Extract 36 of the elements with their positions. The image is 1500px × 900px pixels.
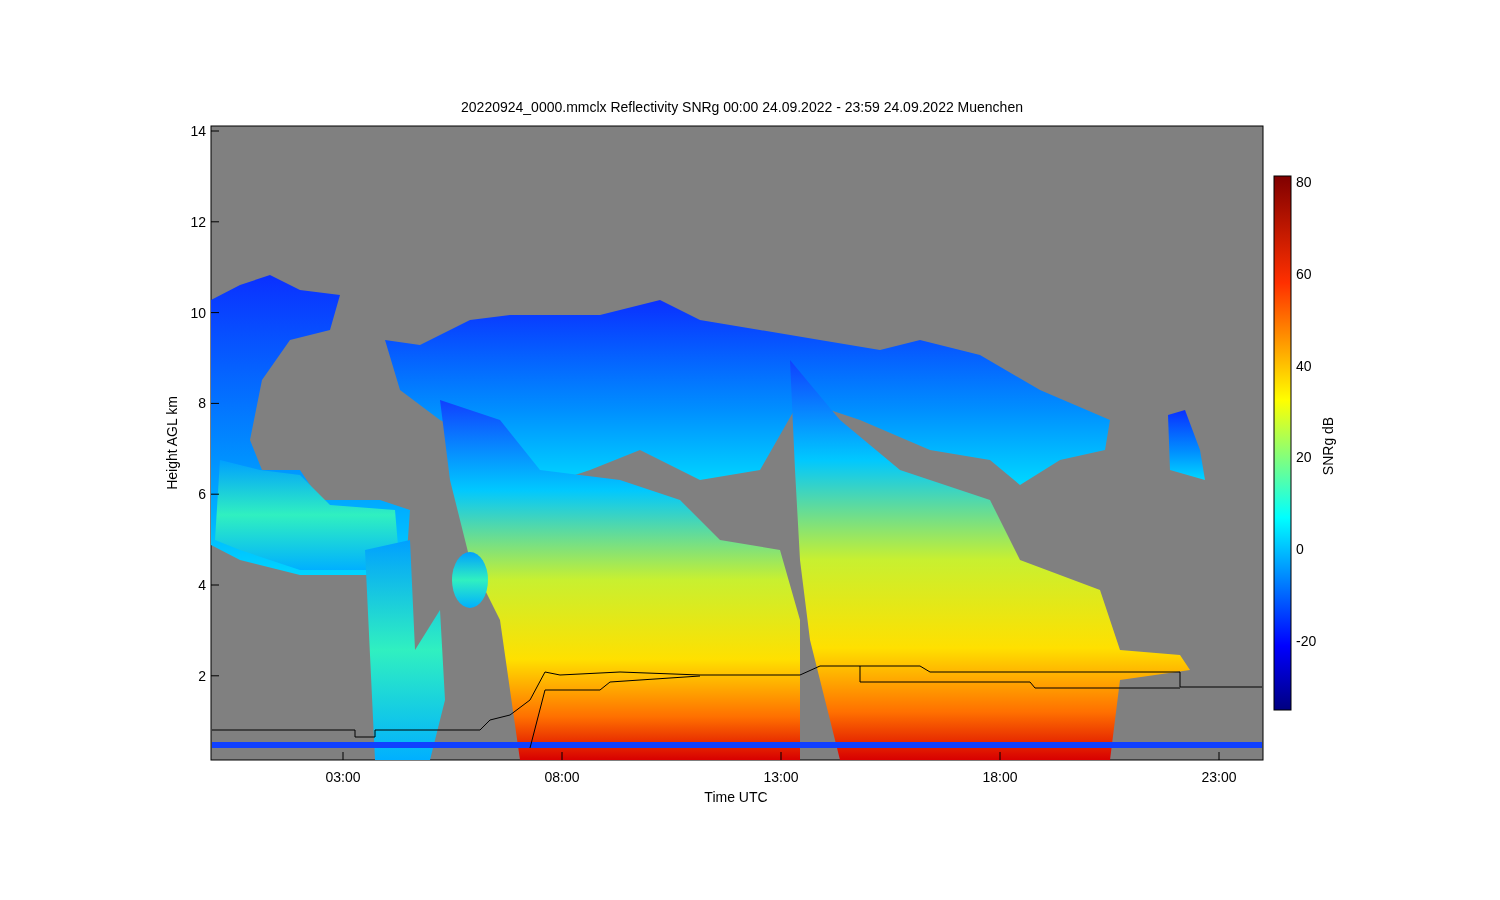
axis-label: Time UTC (704, 789, 768, 805)
tick-label: 8 (198, 395, 206, 412)
tick-label: 10 (190, 304, 206, 321)
tick-label: -20 (1296, 633, 1317, 649)
tick-label: 12 (190, 213, 206, 230)
tick-label: 40 (1296, 357, 1312, 374)
tick-mark (210, 221, 220, 223)
tick-mark (999, 751, 1001, 761)
tick-mark (210, 584, 220, 586)
tick-mark (210, 402, 220, 404)
tick-mark (210, 675, 220, 677)
cloud-echo-area (1168, 410, 1205, 480)
tick-label: 18:00 (982, 769, 1018, 785)
chart-title: 20220924_0000.mmclx Reflectivity SNRg 00:00 24.09.2022 - 23:59 24.09.2022 Muenchen (461, 99, 1023, 115)
tick-mark (210, 493, 220, 495)
tick-label: 08:00 (544, 769, 580, 785)
tick-label: 80 (1296, 174, 1312, 190)
tick-label: 13:00 (763, 769, 799, 785)
axis-label: SNRg dB (1320, 416, 1336, 476)
tick-label: 20 (1296, 449, 1312, 466)
tick-mark (780, 751, 782, 761)
tick-mark (210, 312, 220, 314)
tick-label: 2 (198, 667, 206, 684)
tick-label: 6 (198, 486, 206, 503)
tick-label: 03:00 (325, 769, 361, 785)
tick-mark (210, 130, 220, 132)
tick-label: 60 (1296, 265, 1312, 282)
tick-mark (1218, 751, 1220, 761)
tick-label: 23:00 (1201, 769, 1237, 785)
tick-mark (561, 751, 563, 761)
cloud-echo-area (452, 552, 488, 608)
tick-mark (342, 751, 344, 761)
tick-label: 0 (1296, 541, 1304, 558)
axis-label: Height AGL km (164, 396, 180, 490)
tick-label: 4 (198, 577, 206, 593)
tick-label: 14 (190, 123, 206, 139)
